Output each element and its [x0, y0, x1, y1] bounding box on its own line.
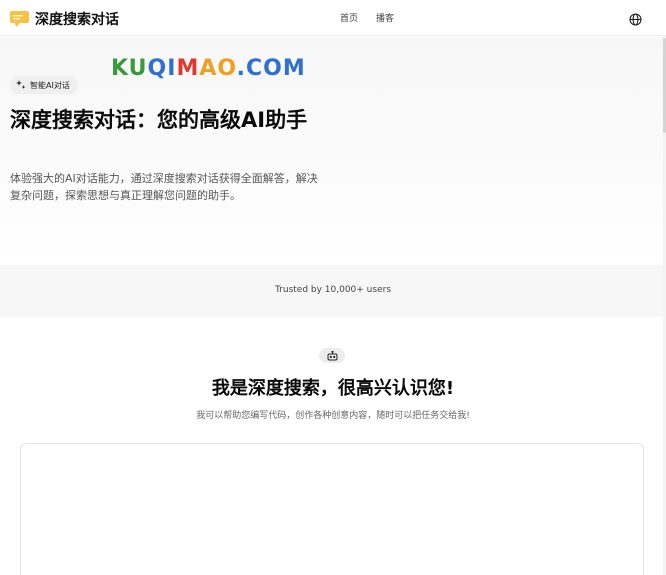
trusted-band: Trusted by 10,000+ users	[0, 265, 666, 317]
watermark-letter: U	[128, 56, 148, 81]
watermark-letter: Q	[147, 56, 168, 81]
hero-section	[0, 37, 666, 265]
badge-label: 智能AI对话	[30, 80, 70, 90]
bot-chip	[319, 348, 345, 363]
watermark-letter: A	[199, 56, 218, 81]
watermark-letter: .	[236, 56, 246, 81]
kuqimao-watermark: KUQIMAO.COM	[111, 56, 306, 81]
trusted-by-text: Trusted by 10,000+ users	[274, 285, 392, 295]
brand-name: 深度搜索对话	[35, 12, 119, 28]
chat-bubble-logo-icon	[10, 10, 30, 28]
watermark-letter: M	[176, 56, 200, 81]
watermark-letter: M	[282, 56, 306, 81]
globe-icon[interactable]	[629, 11, 642, 26]
chat-title: 我是深度搜索，很高兴认识您!	[211, 378, 455, 399]
brand-logo[interactable]: 深度搜索对话	[10, 9, 119, 29]
sparkle-icon	[16, 80, 26, 90]
watermark-letter: K	[111, 56, 129, 81]
chat-panel[interactable]	[20, 443, 644, 575]
top-header: 深度搜索对话 首页 播客	[0, 0, 666, 36]
robot-icon	[327, 346, 338, 365]
nav-home[interactable]: 首页	[340, 11, 358, 24]
watermark-letter: O	[263, 56, 283, 81]
watermark-letter: C	[245, 56, 264, 81]
main-nav: 首页 播客	[340, 11, 394, 24]
chat-subtitle: 我可以帮助您编写代码，创作各种创意内容，随时可以把任务交给我!	[196, 411, 470, 421]
hero-description: 体验强大的AI对话能力，通过深度搜索对话获得全面解答，解决复杂问题，探索思想与真…	[10, 172, 318, 202]
page: 深度搜索对话 首页 播客 KUQIMAO.COM 智能AI对话 深度搜索对话：您…	[0, 0, 666, 575]
watermark-letter: O	[217, 56, 237, 81]
ai-chat-badge: 智能AI对话	[10, 76, 78, 94]
nav-podcast[interactable]: 播客	[376, 11, 394, 24]
hero-title: 深度搜索对话：您的高级AI助手	[10, 108, 308, 132]
